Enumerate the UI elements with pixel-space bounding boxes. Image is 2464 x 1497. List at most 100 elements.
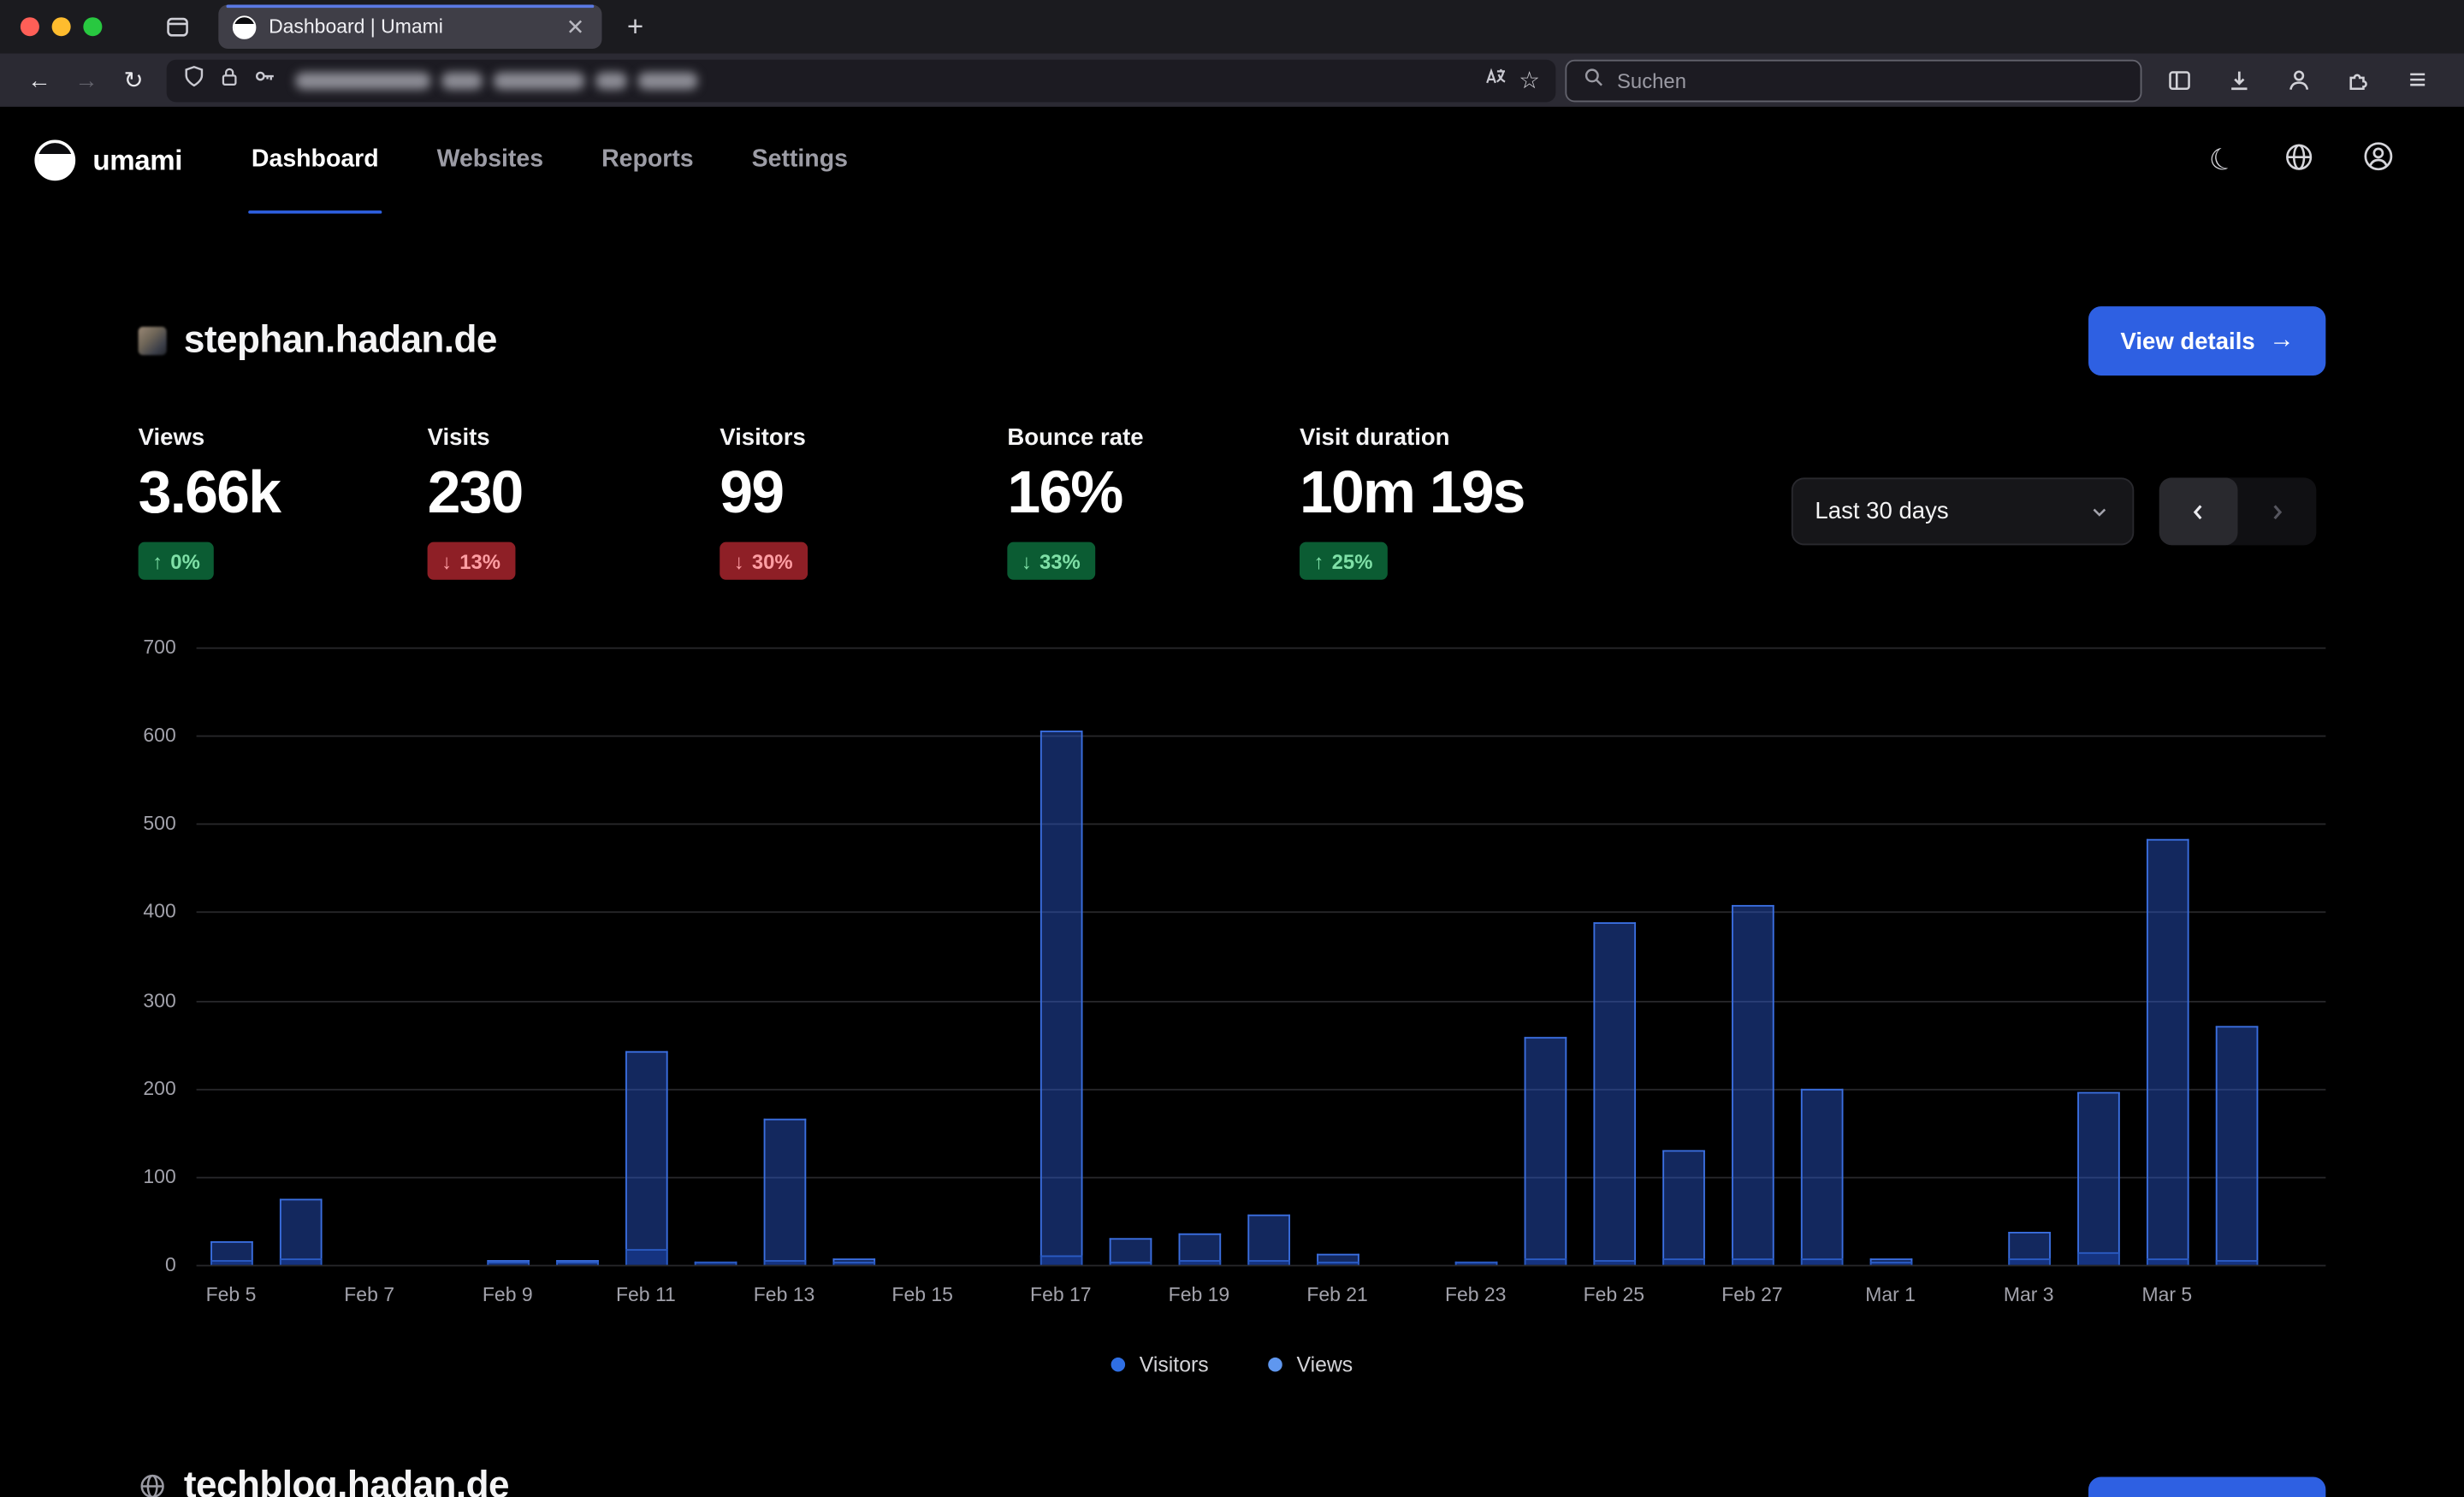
- chart-bar-visitors[interactable]: [1109, 1261, 1152, 1264]
- chart-gridline: [197, 1176, 2326, 1178]
- lock-icon[interactable]: [218, 65, 240, 95]
- nav-settings[interactable]: Settings: [749, 107, 851, 214]
- chart-bar-views[interactable]: [279, 1198, 322, 1264]
- chart-bar-visitors[interactable]: [1454, 1262, 1497, 1265]
- back-button[interactable]: ←: [15, 68, 62, 92]
- chart-bar-views[interactable]: [1661, 1151, 1704, 1265]
- chart-gridline: [197, 736, 2326, 737]
- view-details-button[interactable]: View details →: [2089, 1477, 2326, 1497]
- translate-icon[interactable]: [1483, 64, 1507, 96]
- chart-bar-visitors[interactable]: [694, 1262, 737, 1265]
- nav-dashboard[interactable]: Dashboard: [248, 107, 382, 214]
- firefox-view-icon[interactable]: [165, 15, 190, 39]
- chart-bar-visitors[interactable]: [1800, 1257, 1843, 1264]
- downloads-icon[interactable]: [2218, 68, 2260, 92]
- metric-bounce-rate: Bounce rate 16% ↓33%: [1007, 424, 1143, 580]
- chart-gridline: [197, 1088, 2326, 1090]
- nav-reports[interactable]: Reports: [598, 107, 696, 214]
- chart-bar-visitors[interactable]: [1316, 1262, 1359, 1265]
- x-axis-tick-label: Feb 7: [344, 1284, 394, 1306]
- browser-window: Dashboard | Umami ✕ + ← → ↻: [0, 0, 2464, 1497]
- tab-close-icon[interactable]: ✕: [563, 15, 588, 38]
- chart-bar-views[interactable]: [1524, 1036, 1567, 1264]
- new-tab-button[interactable]: +: [627, 13, 643, 41]
- website-header: stephan.hadan.de View details →: [139, 306, 2326, 376]
- chart-bar-visitors[interactable]: [2215, 1260, 2258, 1264]
- metric-label: Visitors: [720, 424, 807, 451]
- view-details-button[interactable]: View details →: [2089, 306, 2326, 376]
- legend-item-views[interactable]: Views: [1268, 1352, 1353, 1376]
- tracking-protection-shield-icon[interactable]: [182, 64, 206, 96]
- forward-button[interactable]: →: [62, 68, 110, 92]
- chart-bar-visitors[interactable]: [1869, 1262, 1912, 1265]
- sidebar-icon[interactable]: [2158, 68, 2200, 92]
- nav-websites[interactable]: Websites: [434, 107, 547, 214]
- metric-change-badge: ↑0%: [139, 542, 215, 580]
- chart-bar-visitors[interactable]: [210, 1260, 252, 1264]
- date-range-select[interactable]: Last 30 days: [1792, 477, 2134, 545]
- chart-bar-visitors[interactable]: [1178, 1260, 1221, 1264]
- chart-bar-visitors[interactable]: [1247, 1259, 1289, 1264]
- chart-bar-views[interactable]: [763, 1118, 806, 1264]
- macos-minimize-button[interactable]: [52, 17, 71, 36]
- metric-visits: Visits 230 ↓13%: [428, 424, 523, 580]
- chart-bar-visitors[interactable]: [2146, 1257, 2189, 1264]
- browser-search-field[interactable]: Suchen: [1565, 59, 2141, 102]
- chart-bar-visitors[interactable]: [1524, 1257, 1567, 1264]
- search-placeholder: Suchen: [1617, 68, 1686, 92]
- macos-close-button[interactable]: [21, 17, 39, 36]
- account-icon[interactable]: [2277, 68, 2319, 92]
- change-value: 13%: [459, 549, 500, 573]
- legend-item-visitors[interactable]: Visitors: [1111, 1352, 1209, 1376]
- website-title[interactable]: techblog.hadan.de: [184, 1464, 509, 1497]
- extensions-icon[interactable]: [2337, 68, 2379, 92]
- x-axis-tick-label: Feb 15: [891, 1284, 952, 1306]
- chart-bar-views[interactable]: [1731, 905, 1774, 1265]
- x-axis-tick-label: Feb 25: [1584, 1284, 1644, 1306]
- arrow-right-icon: →: [2269, 327, 2294, 355]
- metric-change-badge: ↓30%: [720, 542, 807, 580]
- next-website-button[interactable]: [2238, 477, 2317, 545]
- y-axis-tick-label: 400: [139, 899, 176, 924]
- chart-bar-views[interactable]: [1800, 1088, 1843, 1264]
- chart-bar-visitors[interactable]: [1731, 1258, 1774, 1264]
- chart-bar-visitors[interactable]: [1661, 1258, 1704, 1264]
- chart-bar-views[interactable]: [2146, 840, 2189, 1265]
- language-globe-icon[interactable]: [2283, 140, 2315, 180]
- url-bar[interactable]: ☆: [167, 59, 1556, 102]
- chart-legend: Visitors Views: [0, 1352, 2464, 1376]
- chart-bar-visitors[interactable]: [2076, 1252, 2119, 1264]
- menu-icon[interactable]: ≡: [2396, 65, 2439, 95]
- chart-bar-visitors[interactable]: [763, 1259, 806, 1264]
- chart-bar-views[interactable]: [2076, 1092, 2119, 1264]
- chart-bar-views[interactable]: [625, 1051, 667, 1265]
- chart-bar-views[interactable]: [1593, 922, 1636, 1264]
- bookmark-star-icon[interactable]: ☆: [1519, 68, 1540, 92]
- chart-bar-views[interactable]: [1040, 731, 1082, 1265]
- chart-bar-visitors[interactable]: [555, 1262, 598, 1265]
- chart-bar-visitors[interactable]: [486, 1262, 529, 1265]
- umami-brand[interactable]: umami: [0, 107, 182, 214]
- chart-bar-visitors[interactable]: [625, 1249, 667, 1265]
- chart-bar-visitors[interactable]: [2007, 1257, 2050, 1264]
- browser-tab[interactable]: Dashboard | Umami ✕: [218, 5, 601, 49]
- chart-bar-views[interactable]: [1247, 1215, 1289, 1265]
- brand-name: umami: [92, 144, 182, 177]
- website-title[interactable]: stephan.hadan.de: [184, 319, 497, 363]
- chart-bar-visitors[interactable]: [279, 1257, 322, 1264]
- metric-value: 10m 19s: [1300, 457, 1525, 529]
- profile-icon[interactable]: [2362, 139, 2396, 180]
- browser-tab-bar: Dashboard | Umami ✕ +: [0, 0, 2464, 53]
- macos-zoom-button[interactable]: [83, 17, 102, 36]
- chart-bar-visitors[interactable]: [1040, 1256, 1082, 1264]
- theme-toggle-moon-icon[interactable]: ☾: [2206, 142, 2241, 179]
- x-axis-tick-label: Mar 5: [2142, 1284, 2193, 1306]
- previous-website-button[interactable]: [2159, 477, 2238, 545]
- x-axis-tick-label: Feb 11: [616, 1284, 676, 1306]
- chart-bar-views[interactable]: [2215, 1027, 2258, 1264]
- reload-button[interactable]: ↻: [110, 68, 157, 92]
- chart-bar-visitors[interactable]: [1593, 1259, 1636, 1264]
- key-icon[interactable]: [253, 64, 277, 96]
- chart-gridline: [197, 648, 2326, 649]
- chart-bar-visitors[interactable]: [832, 1262, 875, 1265]
